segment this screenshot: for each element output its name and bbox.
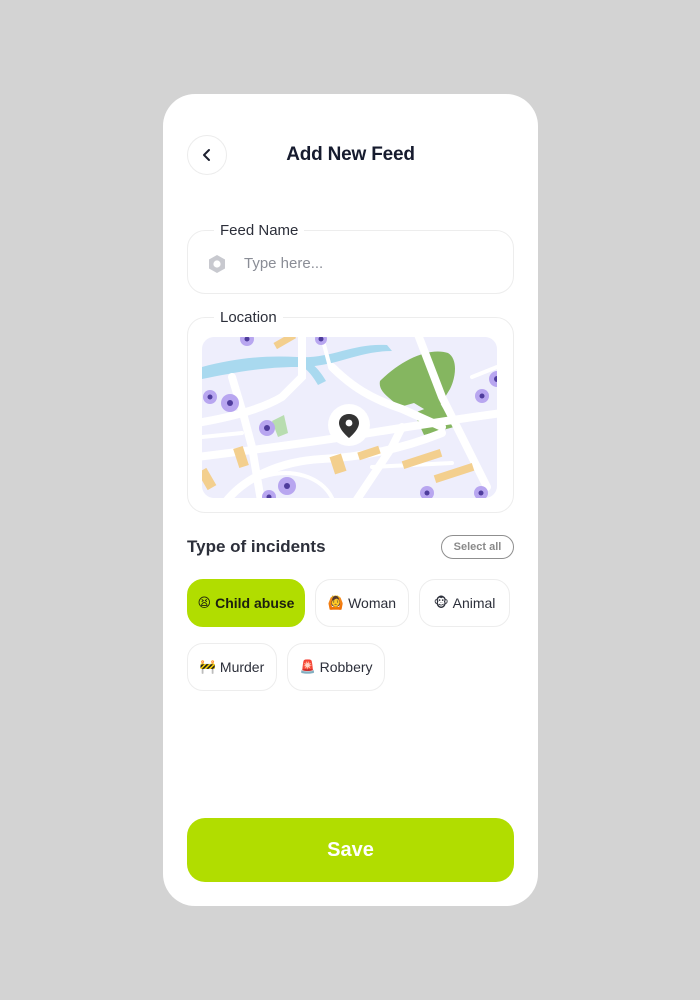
construction-icon: 🚧 (199, 659, 216, 675)
map-graphic (202, 337, 497, 498)
page-title: Add New Feed (286, 144, 415, 165)
chip-label: Animal (452, 595, 496, 611)
location-label: Location (214, 309, 283, 326)
tired-face-icon: 😫 (197, 595, 212, 611)
woman-icon: 🙆 (327, 595, 345, 611)
feed-name-input[interactable] (244, 249, 494, 277)
incident-chip-woman[interactable]: 🙆 Woman (315, 579, 409, 627)
chip-label: Child abuse (215, 595, 295, 611)
location-map[interactable] (202, 337, 497, 498)
save-button[interactable]: Save (187, 818, 514, 882)
hexagon-icon (209, 255, 225, 273)
siren-icon: 🚨 (299, 659, 316, 675)
incident-chip-child-abuse[interactable]: 😫 Child abuse (187, 579, 305, 627)
feed-name-field: Feed Name (187, 222, 514, 294)
incident-chip-robbery[interactable]: 🚨 Robbery (287, 643, 385, 691)
location-field: Location (187, 309, 514, 513)
incident-chip-murder[interactable]: 🚧 Murder (187, 643, 277, 691)
monkey-icon: 🐵 (433, 595, 449, 611)
incident-chip-animal[interactable]: 🐵 Animal (419, 579, 510, 627)
chip-label: Murder (219, 659, 265, 675)
select-all-button[interactable]: Select all (441, 535, 514, 559)
chip-label: Woman (348, 595, 397, 611)
feed-name-label: Feed Name (214, 222, 305, 239)
phone-screen: Add New Feed Feed Name Location (163, 94, 538, 906)
incidents-title: Type of incidents (187, 537, 326, 556)
chip-label: Robbery (319, 659, 373, 675)
location-pin-icon[interactable] (328, 404, 370, 446)
